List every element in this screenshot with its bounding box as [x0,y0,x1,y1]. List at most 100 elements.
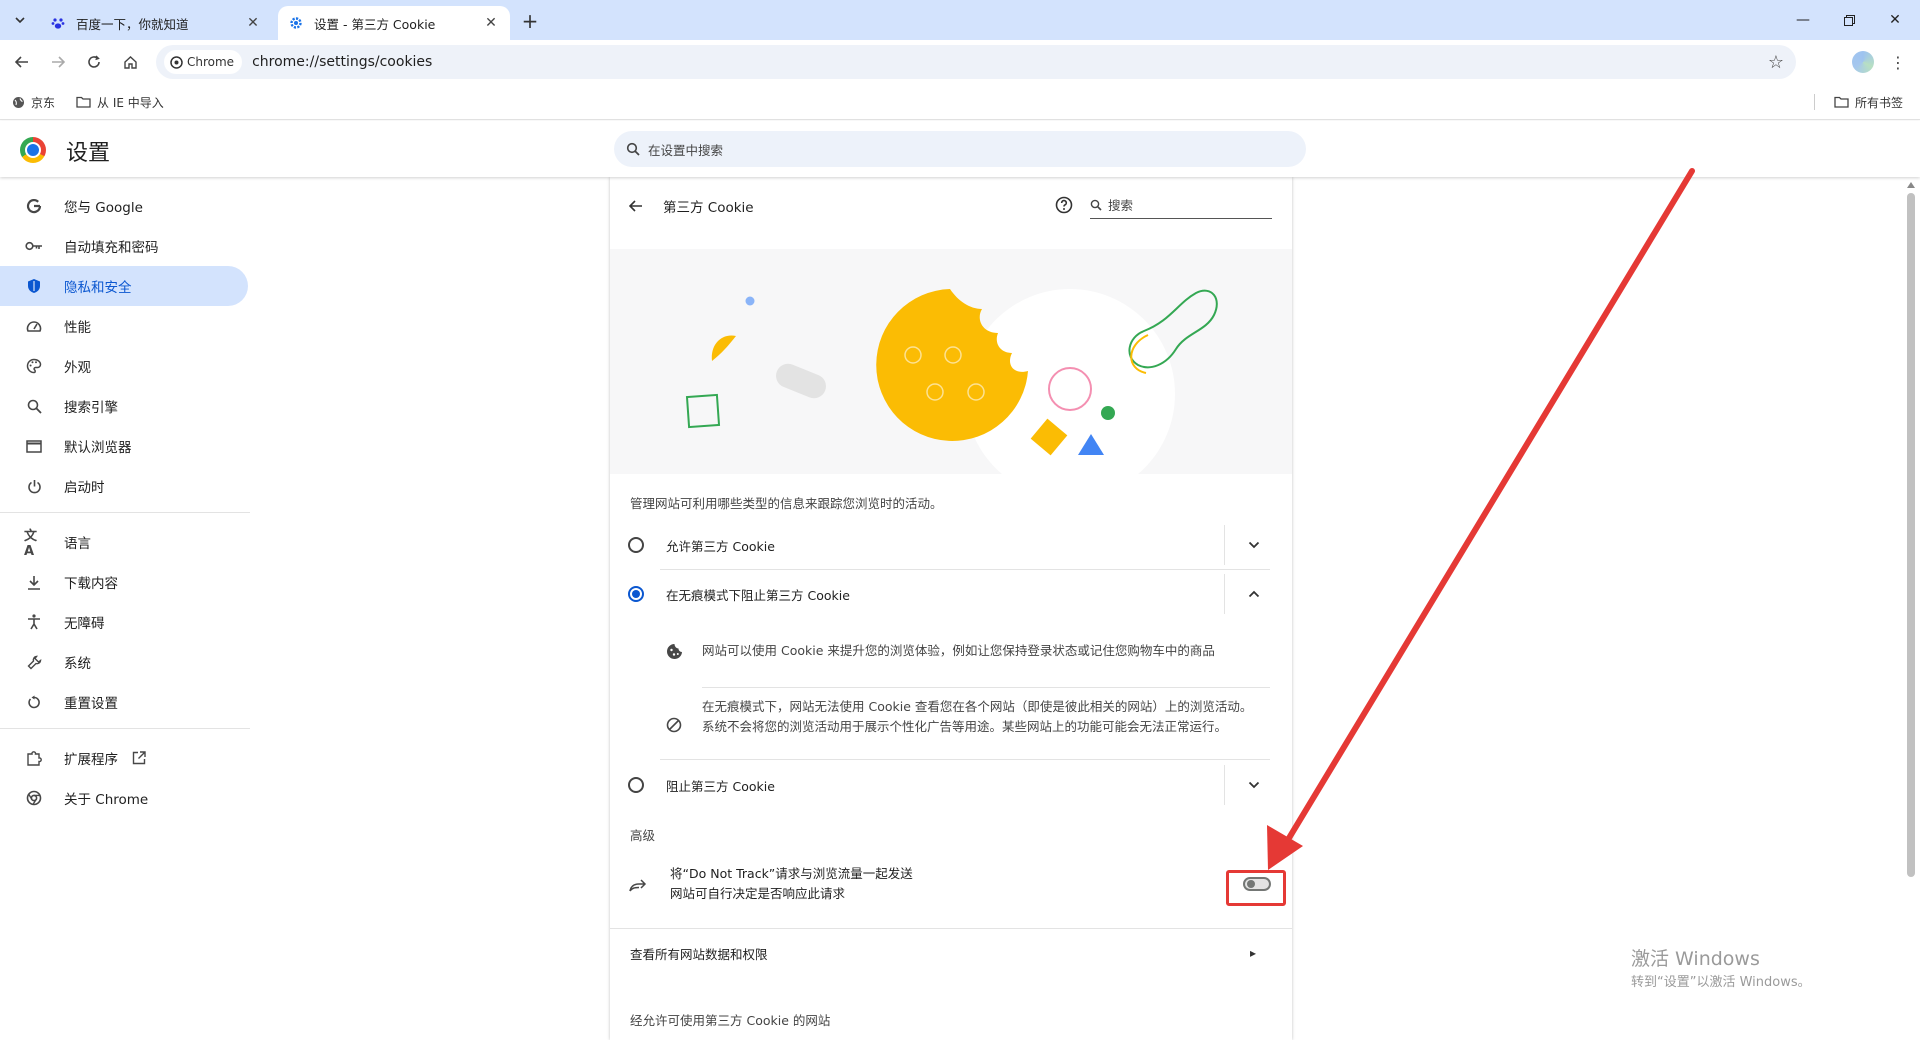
folder-icon [1834,96,1849,108]
reload-button[interactable] [80,48,108,76]
sidebar-item-label: 重置设置 [64,696,118,712]
sidebar-item-about-chrome[interactable]: 关于 Chrome [0,778,248,818]
option-label: 在无痕模式下阻止第三方 Cookie [666,587,850,603]
cookies-description: 管理网站可利用哪些类型的信息来跟踪您浏览时的活动。 [630,496,943,511]
page-scrollbar[interactable] [1902,177,1920,1040]
sidebar-item-label: 自动填充和密码 [64,240,159,256]
sidebar-item-label: 外观 [64,360,91,376]
detail-text: 网站可以使用 Cookie 来提升您的浏览体验，例如让您保持登录状态或记住您购物… [702,643,1215,658]
scroll-up-arrow-icon[interactable] [1907,182,1915,188]
chrome-icon [170,55,183,69]
radio-button[interactable] [628,777,644,793]
page-search-placeholder: 搜索 [1108,198,1134,213]
arrow-left-icon [15,56,28,68]
palette-icon [24,356,44,376]
chevron-down-icon[interactable] [1242,533,1266,557]
bookmark-star-icon[interactable]: ☆ [1768,52,1784,73]
sidebar-item-autofill[interactable]: 自动填充和密码 [0,226,248,266]
all-site-data-label: 查看所有网站数据和权限 [630,946,768,962]
sidebar-item-label: 隐私和安全 [64,280,132,296]
site-info-chip[interactable]: Chrome [164,50,243,74]
chevron-down-icon[interactable] [1242,773,1266,797]
sidebar-item-system[interactable]: 系统 [0,642,248,682]
all-site-data-link[interactable]: 查看所有网站数据和权限 ▸ [610,929,1292,977]
settings-search-input[interactable]: 在设置中搜索 [614,131,1306,167]
new-tab-button[interactable]: + [518,9,542,33]
restore-icon [1843,14,1855,26]
detail-text-line2: 系统不会将您的浏览活动用于展示个性化广告等用途。某些网站上的功能可能会无法正常运… [702,719,1228,734]
sidebar-divider [0,512,250,513]
annotation-highlight-box [1226,870,1286,906]
option-allow-third-party[interactable]: 允许第三方 Cookie [610,521,1292,569]
all-bookmarks-button[interactable]: 所有书签 [1834,92,1903,112]
home-button[interactable] [116,48,144,76]
do-not-track-row[interactable]: 将“Do Not Track”请求与浏览流量一起发送 网站可自行决定是否响应此请… [610,857,1292,917]
windows-activation-subtitle: 转到“设置”以激活 Windows。 [1631,975,1811,990]
scrollbar-thumb[interactable] [1907,193,1915,877]
sidebar-item-privacy[interactable]: 隐私和安全 [0,266,248,306]
sidebar-item-accessibility[interactable]: 无障碍 [0,602,248,642]
all-bookmarks-label: 所有书签 [1855,95,1904,110]
option-label: 允许第三方 Cookie [666,538,775,554]
sidebar-item-languages[interactable]: 文A 语言 [0,522,248,562]
speedometer-icon [24,316,44,336]
bookmark-jd[interactable]: 京东 [12,92,55,112]
url-text[interactable]: chrome://settings/cookies [252,54,432,70]
radio-button-checked[interactable] [628,586,644,602]
sidebar-item-label: 搜索引擎 [64,400,118,416]
row-separator [1224,765,1225,805]
key-icon [24,236,44,256]
option-block-third-party[interactable]: 阻止第三方 Cookie [610,761,1292,809]
settings-search-placeholder: 在设置中搜索 [648,142,724,158]
menu-kebab-icon[interactable]: ⋮ [1888,50,1908,74]
option-block-in-incognito[interactable]: 在无痕模式下阻止第三方 Cookie [610,570,1292,618]
restore-button[interactable] [1826,0,1872,40]
close-tab-icon[interactable]: ✕ [244,14,262,32]
sidebar-item-search-engine[interactable]: 搜索引擎 [0,386,248,426]
minimize-button[interactable]: — [1780,0,1826,40]
share-arrow-icon [628,876,648,896]
sidebar-item-performance[interactable]: 性能 [0,306,248,346]
sidebar-item-label: 关于 Chrome [64,792,149,808]
radio-button[interactable] [628,537,644,553]
profile-avatar[interactable] [1852,51,1874,73]
close-window-button[interactable]: ✕ [1872,0,1918,40]
page-search-input[interactable]: 搜索 [1090,191,1272,219]
card-header: 第三方 Cookie 搜索 [610,177,1292,249]
chevron-up-icon[interactable] [1242,582,1266,606]
sidebar-item-you-and-google[interactable]: 您与 Google [0,186,248,226]
option-label: 阻止第三方 Cookie [666,778,775,794]
sidebar-item-default-browser[interactable]: 默认浏览器 [0,426,248,466]
arrow-right-icon [52,56,65,68]
sidebar-item-on-startup[interactable]: 启动时 [0,466,248,506]
back-arrow-button[interactable] [624,194,648,218]
sidebar-item-appearance[interactable]: 外观 [0,346,248,386]
dnt-subtitle: 网站可自行决定是否响应此请求 [670,886,846,901]
shield-icon [24,276,44,296]
power-icon [24,476,44,496]
help-icon[interactable] [1053,194,1075,216]
block-icon [665,716,683,734]
close-tab-icon[interactable]: ✕ [482,14,500,32]
forward-button[interactable] [44,48,72,76]
bookmark-label: 从 IE 中导入 [97,95,164,110]
bookmarks-separator [1814,94,1815,110]
chrome-logo-icon [20,137,46,163]
back-button[interactable] [8,48,36,76]
advanced-section-label: 高级 [630,828,656,843]
bookmark-folder-ie[interactable]: 从 IE 中导入 [76,92,164,112]
address-bar[interactable]: Chrome chrome://settings/cookies ☆ [156,45,1796,79]
sidebar-item-extensions[interactable]: 扩展程序 [0,738,248,778]
sidebar-item-reset[interactable]: 重置设置 [0,682,248,722]
tab-settings[interactable]: 设置 - 第三方 Cookie ✕ [278,6,510,40]
row-separator [1224,574,1225,614]
tab-search-button[interactable] [8,8,32,32]
cookie-illustration [610,249,1292,499]
tab-baidu[interactable]: 百度一下，你就知道 ✕ [40,6,272,40]
reset-icon [24,692,44,712]
sidebar-item-label: 下载内容 [64,576,118,592]
sidebar-item-downloads[interactable]: 下载内容 [0,562,248,602]
divider [660,759,1270,760]
bookmark-label: 京东 [31,95,56,110]
row-separator [1224,525,1225,565]
